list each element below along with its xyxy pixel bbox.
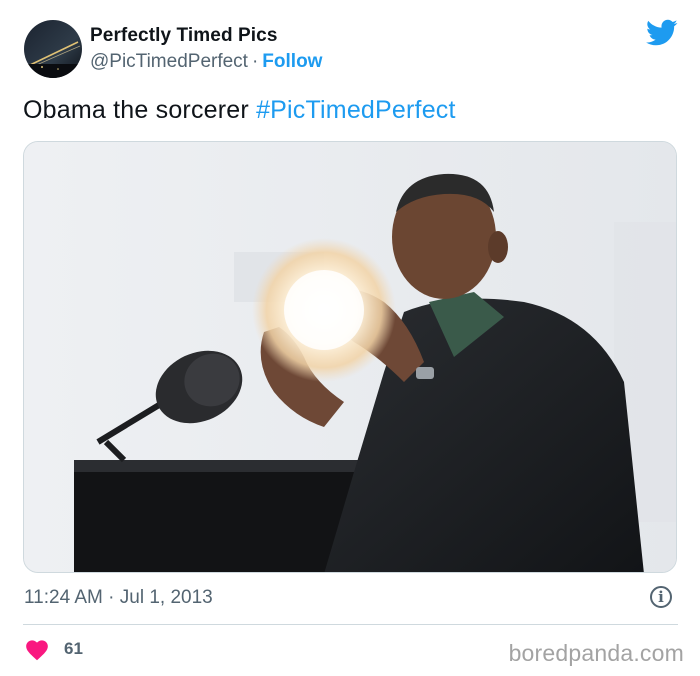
hashtag-link[interactable]: #PicTimedPerfect: [256, 96, 456, 124]
info-icon[interactable]: i: [650, 586, 672, 608]
watermark: boredpanda.com: [508, 640, 684, 666]
like-button[interactable]: 61: [24, 637, 83, 661]
divider: [23, 624, 678, 625]
tweet-header: Perfectly Timed Pics @PicTimedPerfect · Fo…: [24, 18, 322, 80]
heart-icon: [26, 640, 48, 661]
tweet-photo[interactable]: [23, 141, 677, 573]
display-name[interactable]: Perfectly Timed Pics: [90, 24, 322, 48]
tweet-time: 11:24 AM: [24, 587, 103, 608]
tweet-text: Obama the sorcerer #PicTimedPerfect: [23, 94, 456, 126]
like-count: 61: [64, 639, 83, 658]
twitter-bird-icon[interactable]: [646, 19, 678, 47]
user-info: Perfectly Timed Pics @PicTimedPerfect · Fo…: [90, 24, 322, 75]
separator-dot: ·: [251, 50, 259, 72]
tweet-timestamp[interactable]: 11:24 AM · Jul 1, 2013: [24, 585, 213, 611]
handle[interactable]: @PicTimedPerfect: [90, 51, 248, 72]
tweet-card: Perfectly Timed Pics @PicTimedPerfect · Fo…: [0, 0, 700, 676]
timestamp-separator: ·: [108, 587, 115, 608]
follow-button[interactable]: Follow: [262, 51, 322, 72]
handle-row: @PicTimedPerfect · Follow: [90, 49, 322, 75]
tweet-body: Obama the sorcerer: [23, 96, 249, 124]
avatar[interactable]: [24, 20, 82, 78]
tweet-date: Jul 1, 2013: [119, 587, 213, 608]
